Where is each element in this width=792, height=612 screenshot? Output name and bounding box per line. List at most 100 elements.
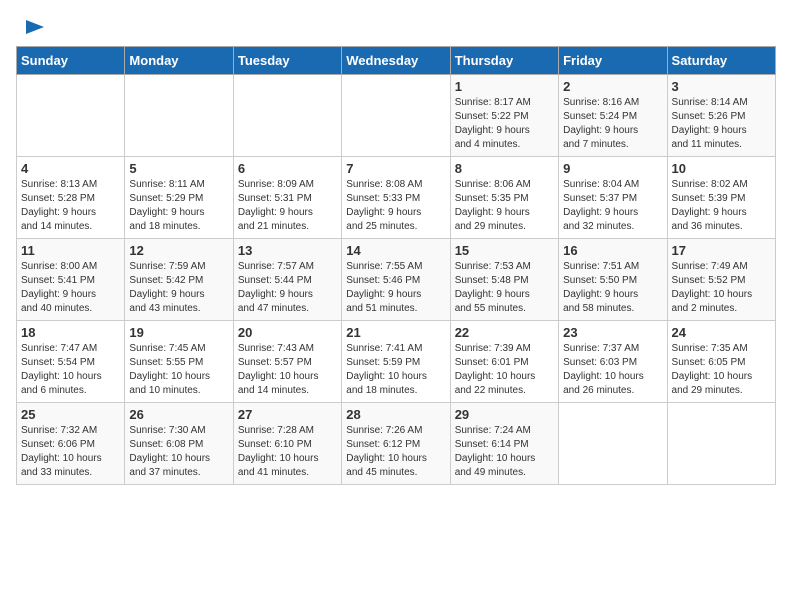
day-info: Sunrise: 8:13 AM Sunset: 5:28 PM Dayligh… <box>21 178 120 234</box>
header-row: SundayMondayTuesdayWednesdayThursdayFrid… <box>17 47 776 75</box>
day-cell: 9 Sunrise: 8:04 AM Sunset: 5:37 PM Daylig… <box>559 157 667 239</box>
day-cell: 14 Sunrise: 7:55 AM Sunset: 5:46 PM Dayli… <box>342 239 450 321</box>
week-row-1: 1 Sunrise: 8:17 AM Sunset: 5:22 PM Daylig… <box>17 75 776 157</box>
day-info: Sunrise: 7:45 AM Sunset: 5:55 PM Dayligh… <box>129 342 228 398</box>
day-number: 6 <box>238 161 337 176</box>
day-info: Sunrise: 7:30 AM Sunset: 6:08 PM Dayligh… <box>129 424 228 480</box>
day-cell: 13 Sunrise: 7:57 AM Sunset: 5:44 PM Dayli… <box>233 239 341 321</box>
page-header <box>16 16 776 38</box>
day-cell: 1 Sunrise: 8:17 AM Sunset: 5:22 PM Daylig… <box>450 75 558 157</box>
day-number: 27 <box>238 407 337 422</box>
week-row-3: 11 Sunrise: 8:00 AM Sunset: 5:41 PM Dayli… <box>17 239 776 321</box>
day-number: 24 <box>672 325 771 340</box>
day-cell: 25 Sunrise: 7:32 AM Sunset: 6:06 PM Dayli… <box>17 403 125 485</box>
day-cell: 11 Sunrise: 8:00 AM Sunset: 5:41 PM Dayli… <box>17 239 125 321</box>
day-number: 11 <box>21 243 120 258</box>
day-cell: 16 Sunrise: 7:51 AM Sunset: 5:50 PM Dayli… <box>559 239 667 321</box>
day-number: 10 <box>672 161 771 176</box>
day-info: Sunrise: 7:49 AM Sunset: 5:52 PM Dayligh… <box>672 260 771 316</box>
day-info: Sunrise: 7:57 AM Sunset: 5:44 PM Dayligh… <box>238 260 337 316</box>
header-friday: Friday <box>559 47 667 75</box>
week-row-5: 25 Sunrise: 7:32 AM Sunset: 6:06 PM Dayli… <box>17 403 776 485</box>
day-cell: 27 Sunrise: 7:28 AM Sunset: 6:10 PM Dayli… <box>233 403 341 485</box>
day-info: Sunrise: 7:28 AM Sunset: 6:10 PM Dayligh… <box>238 424 337 480</box>
day-number: 25 <box>21 407 120 422</box>
day-info: Sunrise: 7:59 AM Sunset: 5:42 PM Dayligh… <box>129 260 228 316</box>
day-cell: 17 Sunrise: 7:49 AM Sunset: 5:52 PM Dayli… <box>667 239 775 321</box>
week-row-2: 4 Sunrise: 8:13 AM Sunset: 5:28 PM Daylig… <box>17 157 776 239</box>
day-cell: 3Sunrise: 8:14 AM Sunset: 5:26 PM Daylig… <box>667 75 775 157</box>
day-cell <box>667 403 775 485</box>
week-row-4: 18Sunrise: 7:47 AM Sunset: 5:54 PM Dayli… <box>17 321 776 403</box>
day-number: 19 <box>129 325 228 340</box>
day-info: Sunrise: 7:37 AM Sunset: 6:03 PM Dayligh… <box>563 342 662 398</box>
day-number: 4 <box>21 161 120 176</box>
day-info: Sunrise: 8:02 AM Sunset: 5:39 PM Dayligh… <box>672 178 771 234</box>
day-info: Sunrise: 7:39 AM Sunset: 6:01 PM Dayligh… <box>455 342 554 398</box>
day-number: 13 <box>238 243 337 258</box>
day-info: Sunrise: 8:04 AM Sunset: 5:37 PM Dayligh… <box>563 178 662 234</box>
day-cell: 20 Sunrise: 7:43 AM Sunset: 5:57 PM Dayli… <box>233 321 341 403</box>
day-number: 14 <box>346 243 445 258</box>
day-number: 17 <box>672 243 771 258</box>
day-info: Sunrise: 7:47 AM Sunset: 5:54 PM Dayligh… <box>21 342 120 398</box>
header-thursday: Thursday <box>450 47 558 75</box>
day-number: 3 <box>672 79 771 94</box>
day-cell: 19 Sunrise: 7:45 AM Sunset: 5:55 PM Dayli… <box>125 321 233 403</box>
day-number: 22 <box>455 325 554 340</box>
day-cell <box>233 75 341 157</box>
day-info: Sunrise: 8:09 AM Sunset: 5:31 PM Dayligh… <box>238 178 337 234</box>
day-number: 1 <box>455 79 554 94</box>
day-number: 5 <box>129 161 228 176</box>
day-cell: 7Sunrise: 8:08 AM Sunset: 5:33 PM Daylig… <box>342 157 450 239</box>
calendar-table: SundayMondayTuesdayWednesdayThursdayFrid… <box>16 46 776 485</box>
day-info: Sunrise: 7:32 AM Sunset: 6:06 PM Dayligh… <box>21 424 120 480</box>
day-cell: 6 Sunrise: 8:09 AM Sunset: 5:31 PM Daylig… <box>233 157 341 239</box>
day-cell <box>559 403 667 485</box>
day-info: Sunrise: 7:41 AM Sunset: 5:59 PM Dayligh… <box>346 342 445 398</box>
day-info: Sunrise: 7:51 AM Sunset: 5:50 PM Dayligh… <box>563 260 662 316</box>
day-info: Sunrise: 8:08 AM Sunset: 5:33 PM Dayligh… <box>346 178 445 234</box>
day-info: Sunrise: 8:06 AM Sunset: 5:35 PM Dayligh… <box>455 178 554 234</box>
day-number: 23 <box>563 325 662 340</box>
day-number: 16 <box>563 243 662 258</box>
day-cell <box>342 75 450 157</box>
day-info: Sunrise: 8:11 AM Sunset: 5:29 PM Dayligh… <box>129 178 228 234</box>
header-monday: Monday <box>125 47 233 75</box>
header-saturday: Saturday <box>667 47 775 75</box>
day-cell: 2Sunrise: 8:16 AM Sunset: 5:24 PM Daylig… <box>559 75 667 157</box>
day-info: Sunrise: 8:17 AM Sunset: 5:22 PM Dayligh… <box>455 96 554 152</box>
logo-arrow-icon <box>24 16 46 38</box>
day-info: Sunrise: 7:24 AM Sunset: 6:14 PM Dayligh… <box>455 424 554 480</box>
day-number: 21 <box>346 325 445 340</box>
day-cell: 10 Sunrise: 8:02 AM Sunset: 5:39 PM Dayli… <box>667 157 775 239</box>
day-info: Sunrise: 7:43 AM Sunset: 5:57 PM Dayligh… <box>238 342 337 398</box>
day-cell: 23 Sunrise: 7:37 AM Sunset: 6:03 PM Dayli… <box>559 321 667 403</box>
day-cell: 29 Sunrise: 7:24 AM Sunset: 6:14 PM Dayli… <box>450 403 558 485</box>
day-info: Sunrise: 8:00 AM Sunset: 5:41 PM Dayligh… <box>21 260 120 316</box>
day-number: 8 <box>455 161 554 176</box>
header-wednesday: Wednesday <box>342 47 450 75</box>
day-number: 12 <box>129 243 228 258</box>
day-info: Sunrise: 7:35 AM Sunset: 6:05 PM Dayligh… <box>672 342 771 398</box>
day-cell <box>125 75 233 157</box>
day-cell: 22 Sunrise: 7:39 AM Sunset: 6:01 PM Dayli… <box>450 321 558 403</box>
day-info: Sunrise: 7:55 AM Sunset: 5:46 PM Dayligh… <box>346 260 445 316</box>
day-number: 20 <box>238 325 337 340</box>
day-number: 26 <box>129 407 228 422</box>
day-cell: 21 Sunrise: 7:41 AM Sunset: 5:59 PM Dayli… <box>342 321 450 403</box>
day-cell: 12 Sunrise: 7:59 AM Sunset: 5:42 PM Dayli… <box>125 239 233 321</box>
header-sunday: Sunday <box>17 47 125 75</box>
header-tuesday: Tuesday <box>233 47 341 75</box>
day-info: Sunrise: 7:26 AM Sunset: 6:12 PM Dayligh… <box>346 424 445 480</box>
day-cell: 15 Sunrise: 7:53 AM Sunset: 5:48 PM Dayli… <box>450 239 558 321</box>
day-info: Sunrise: 8:16 AM Sunset: 5:24 PM Dayligh… <box>563 96 662 152</box>
day-number: 29 <box>455 407 554 422</box>
day-cell: 18Sunrise: 7:47 AM Sunset: 5:54 PM Dayli… <box>17 321 125 403</box>
day-number: 9 <box>563 161 662 176</box>
day-info: Sunrise: 7:53 AM Sunset: 5:48 PM Dayligh… <box>455 260 554 316</box>
day-number: 15 <box>455 243 554 258</box>
day-number: 28 <box>346 407 445 422</box>
day-cell: 4 Sunrise: 8:13 AM Sunset: 5:28 PM Daylig… <box>17 157 125 239</box>
day-cell: 8 Sunrise: 8:06 AM Sunset: 5:35 PM Daylig… <box>450 157 558 239</box>
